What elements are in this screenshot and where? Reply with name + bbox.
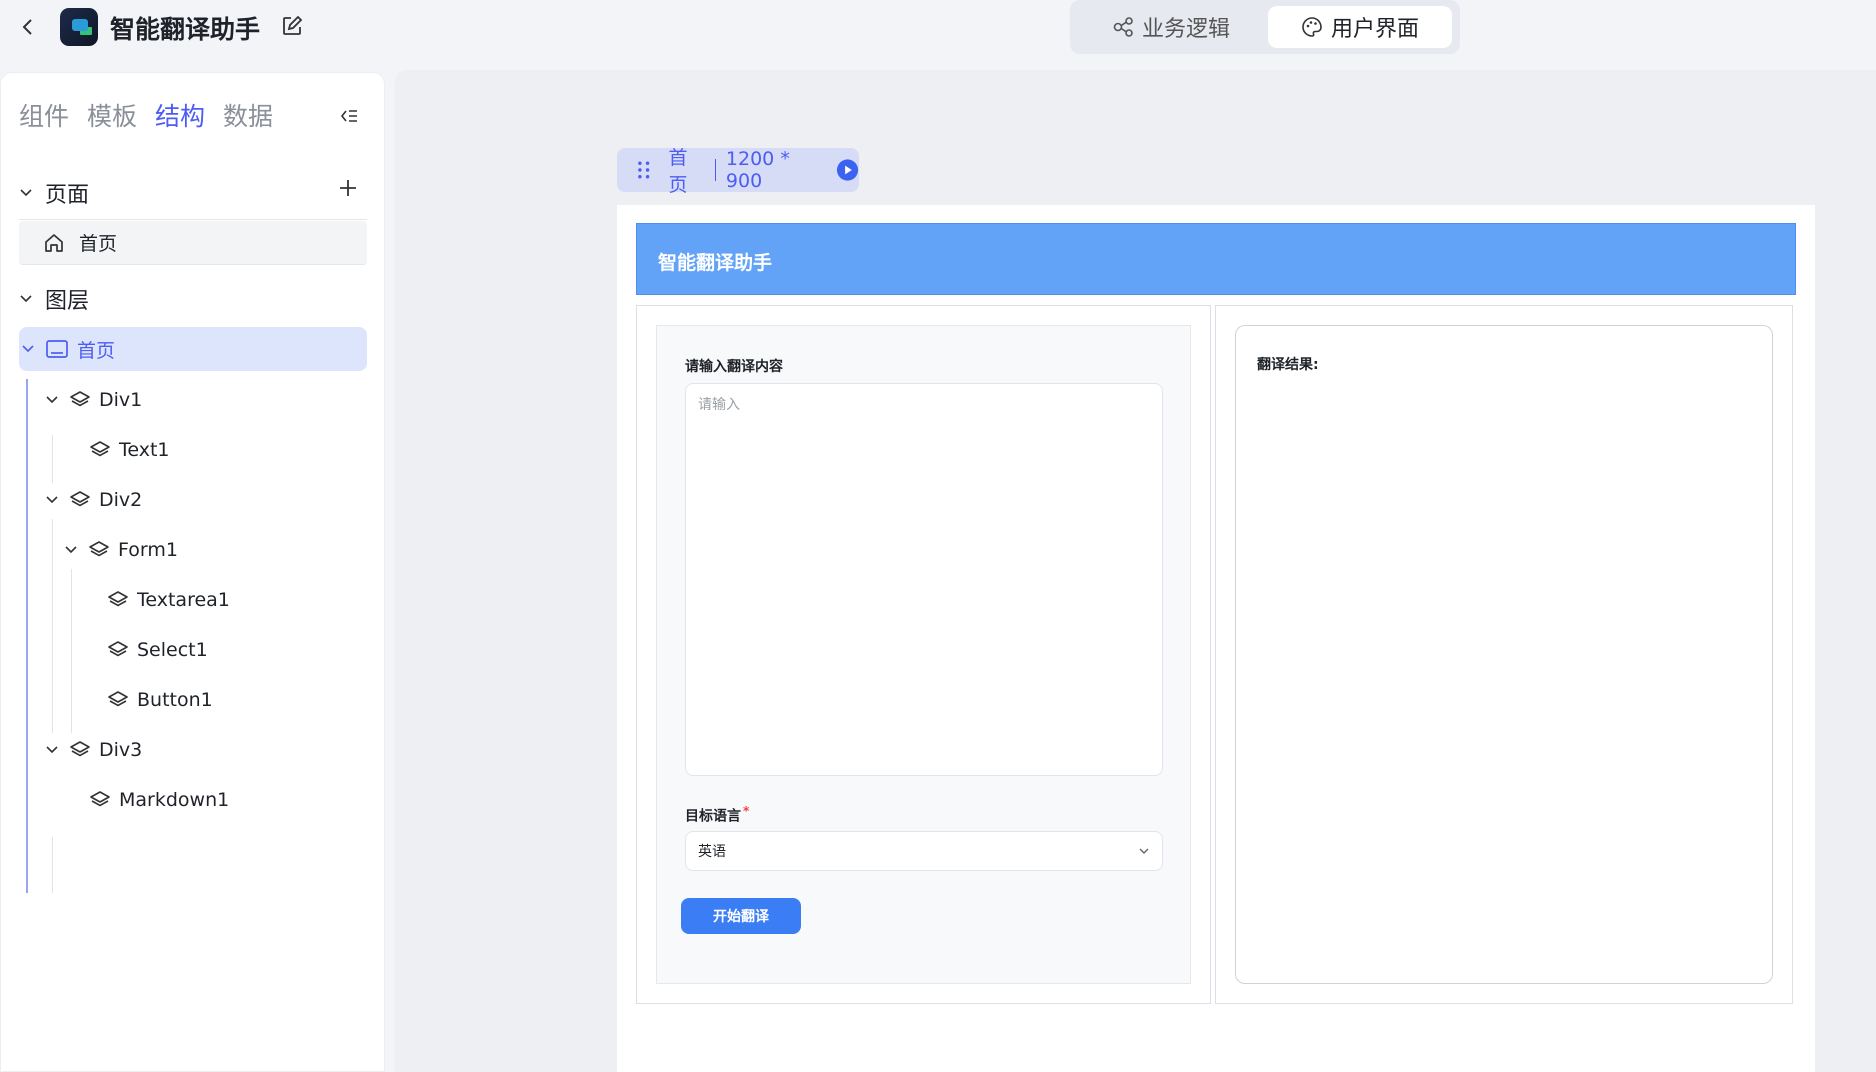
layer-item-markdown1[interactable]: Markdown1 bbox=[89, 785, 229, 815]
palette-icon bbox=[1302, 17, 1322, 37]
tab-business-logic[interactable]: 业务逻辑 bbox=[1086, 6, 1256, 48]
layer-item-div1[interactable]: Div1 bbox=[45, 385, 142, 415]
layers-header-label: 图层 bbox=[45, 289, 90, 314]
layer-item-div3[interactable]: Div3 bbox=[45, 735, 142, 765]
form1[interactable]: 请输入翻译内容 目标语言* 英语 开始翻译 bbox=[656, 325, 1191, 984]
frame-size: 1200 * 900 bbox=[725, 148, 790, 192]
target-language-text: 目标语言 bbox=[685, 808, 741, 825]
layer-item-textarea1[interactable]: Textarea1 bbox=[107, 585, 230, 615]
pages-section-header[interactable]: 页面 bbox=[19, 177, 89, 209]
layers-icon bbox=[108, 641, 128, 657]
layers-icon bbox=[108, 591, 128, 607]
add-page-button[interactable] bbox=[337, 177, 359, 199]
tree-guide bbox=[52, 837, 53, 893]
div2-container[interactable]: 请输入翻译内容 目标语言* 英语 开始翻译 bbox=[636, 305, 1211, 1004]
layers-section-header[interactable]: 图层 bbox=[19, 283, 89, 315]
chevron-down-icon[interactable] bbox=[19, 186, 33, 200]
app-logo bbox=[60, 8, 98, 46]
layer-label: Div2 bbox=[99, 489, 143, 511]
layer-label: Form1 bbox=[118, 539, 178, 561]
tree-guide bbox=[52, 519, 53, 733]
flow-icon bbox=[1113, 17, 1133, 37]
target-language-label: 目标语言 * bbox=[685, 804, 749, 826]
selected-language: 英语 bbox=[698, 844, 726, 860]
back-icon[interactable] bbox=[18, 14, 38, 40]
layer-item-form1[interactable]: Form1 bbox=[64, 535, 178, 565]
layer-label: Button1 bbox=[137, 689, 213, 711]
layer-item-button1[interactable]: Button1 bbox=[107, 685, 213, 715]
mode-switch: 业务逻辑 用户界面 bbox=[1070, 0, 1460, 54]
layers-icon bbox=[70, 391, 90, 407]
layer-label: Text1 bbox=[119, 439, 170, 461]
chevron-down-icon bbox=[1139, 848, 1149, 854]
tab-templates[interactable]: 模板 bbox=[87, 97, 137, 133]
page-frame-icon bbox=[46, 340, 68, 358]
layer-label: Select1 bbox=[137, 639, 208, 661]
pages-header-label: 页面 bbox=[45, 183, 90, 208]
tree-guide bbox=[52, 435, 53, 483]
frame-name: 首页 bbox=[668, 147, 688, 196]
tree-guide bbox=[71, 569, 72, 733]
div3-container[interactable]: 翻译结果: bbox=[1215, 305, 1793, 1004]
divider bbox=[714, 159, 716, 181]
result-label: 翻译结果: bbox=[1257, 357, 1319, 373]
edit-icon[interactable] bbox=[280, 14, 304, 38]
layer-label: Markdown1 bbox=[119, 789, 230, 811]
layers-icon bbox=[89, 541, 109, 557]
tab-user-interface[interactable]: 用户界面 bbox=[1268, 6, 1452, 48]
layer-item-div2[interactable]: Div2 bbox=[45, 485, 142, 515]
layer-item-text1[interactable]: Text1 bbox=[89, 435, 170, 465]
tab-label: 用户界面 bbox=[1330, 17, 1419, 42]
page-preview: 智能翻译助手 请输入翻译内容 目标语言* 英语 开始翻译 翻译结果: bbox=[617, 205, 1815, 1072]
layer-label: Div1 bbox=[99, 389, 143, 411]
layer-item-select1[interactable]: Select1 bbox=[107, 635, 208, 665]
collapse-sidebar-icon[interactable] bbox=[337, 105, 359, 127]
chevron-down-icon[interactable] bbox=[45, 743, 59, 757]
layers-icon bbox=[90, 791, 110, 807]
chevron-down-icon[interactable] bbox=[19, 292, 33, 306]
sidebar-tabs: 组件 模板 结构 数据 bbox=[19, 97, 273, 133]
chevron-down-icon[interactable] bbox=[45, 493, 59, 507]
tab-components[interactable]: 组件 bbox=[19, 97, 69, 133]
tree-guide bbox=[26, 379, 28, 893]
sidebar: 组件 模板 结构 数据 页面 首页 图层 首页 Div1 Text1 Div2 … bbox=[0, 72, 385, 1072]
tab-label: 业务逻辑 bbox=[1141, 17, 1230, 42]
tab-structure[interactable]: 结构 bbox=[155, 97, 205, 133]
markdown1[interactable]: 翻译结果: bbox=[1235, 325, 1773, 984]
page-item-home[interactable]: 首页 bbox=[19, 221, 367, 265]
page-header[interactable]: 智能翻译助手 bbox=[636, 223, 1796, 295]
chevron-down-icon[interactable] bbox=[45, 393, 59, 407]
layer-item-home[interactable]: 首页 bbox=[19, 327, 367, 371]
required-mark: * bbox=[743, 804, 750, 818]
translate-input[interactable] bbox=[685, 383, 1163, 776]
top-bar: 智能翻译助手 业务逻辑 用户界面 bbox=[0, 0, 1876, 62]
tab-data[interactable]: 数据 bbox=[223, 97, 273, 133]
start-translate-button[interactable]: 开始翻译 bbox=[681, 898, 801, 934]
frame-toolbar: 首页 1200 * 900 bbox=[617, 147, 859, 196]
layer-label: 首页 bbox=[77, 339, 116, 362]
layer-label: Div3 bbox=[99, 739, 143, 761]
layers-icon bbox=[70, 491, 90, 507]
input-label: 请输入翻译内容 bbox=[685, 359, 783, 375]
layer-label: Textarea1 bbox=[137, 589, 230, 611]
layers-icon bbox=[90, 441, 110, 457]
home-icon bbox=[45, 233, 63, 252]
page-item-label: 首页 bbox=[79, 233, 118, 255]
drag-handle-icon[interactable] bbox=[637, 160, 650, 180]
chevron-down-icon[interactable] bbox=[21, 342, 35, 356]
layers-icon bbox=[70, 741, 90, 757]
layers-icon bbox=[108, 691, 128, 707]
page-header-title: 智能翻译助手 bbox=[658, 252, 773, 274]
chevron-down-icon[interactable] bbox=[64, 543, 78, 557]
app-title: 智能翻译助手 bbox=[110, 15, 261, 44]
target-language-select[interactable]: 英语 bbox=[685, 831, 1163, 871]
divider bbox=[19, 219, 367, 220]
play-icon[interactable] bbox=[836, 158, 859, 182]
